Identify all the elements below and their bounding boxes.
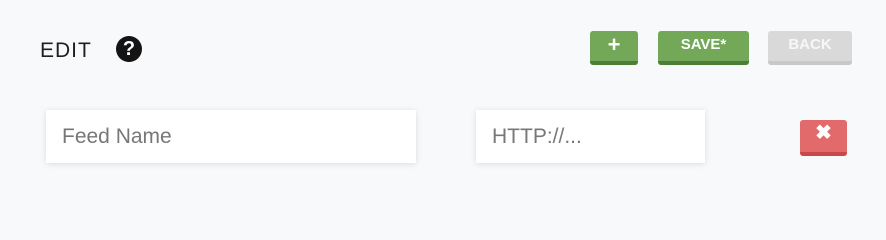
back-button[interactable]: BACK: [768, 31, 852, 65]
feed-url-input[interactable]: [476, 110, 705, 163]
help-icon[interactable]: ?: [116, 36, 142, 62]
feed-name-input[interactable]: [46, 110, 416, 163]
close-icon: ✖: [815, 122, 832, 144]
save-button[interactable]: SAVE*: [658, 31, 749, 65]
page-title: EDIT: [40, 39, 92, 62]
add-button[interactable]: +: [590, 31, 638, 65]
remove-feed-button[interactable]: ✖: [800, 120, 847, 156]
